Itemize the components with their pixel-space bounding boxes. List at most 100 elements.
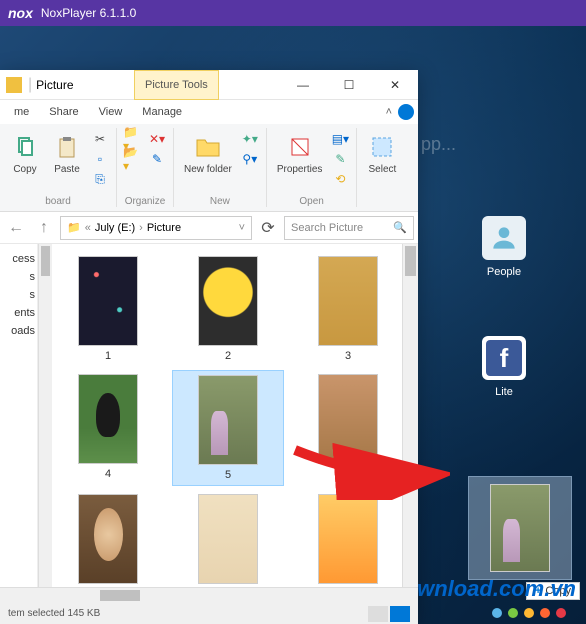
sidebar-item[interactable]: s (0, 268, 37, 286)
file-item[interactable]: 1 (52, 252, 164, 366)
scroll-thumb[interactable] (405, 246, 416, 276)
desktop-icon-label: People (487, 266, 521, 278)
facebook-icon: f (482, 336, 526, 380)
sidebar-item[interactable]: cess (0, 250, 37, 268)
desktop-icon-label: Lite (495, 386, 513, 398)
tab-manage[interactable]: Manage (132, 102, 192, 122)
watermark-dots (492, 608, 566, 618)
properties-icon (285, 132, 315, 162)
tab-view[interactable]: View (89, 102, 133, 122)
search-input[interactable]: Search Picture 🔍 (284, 216, 414, 240)
status-text: tem selected 145 KB (8, 608, 100, 619)
file-explorer-window: | Picture Picture Tools — ☐ ✕ me Share V… (0, 70, 418, 624)
explorer-titlebar[interactable]: | Picture Picture Tools — ☐ ✕ (0, 70, 418, 100)
nav-bar: ← ↑ 📁 « July (E:) › Picture ˅ ⟳ Search P… (0, 212, 418, 244)
file-item[interactable] (52, 490, 164, 592)
copy-button[interactable]: Copy (6, 130, 44, 177)
group-label: board (45, 196, 71, 207)
ribbon-group-open: Properties ▤▾ ✎ ⟲ Open (267, 128, 358, 207)
new-folder-button[interactable]: New folder (180, 130, 236, 177)
view-details-button[interactable] (368, 606, 388, 622)
ribbon-collapse-icon[interactable]: ˄ (386, 106, 392, 118)
file-item[interactable]: 3 (292, 252, 404, 366)
file-grid[interactable]: 1 2 3 4 5 6 (38, 244, 418, 602)
content-area: cess s s ents oads 1 2 3 4 5 6 (0, 244, 418, 602)
copy-path-icon[interactable]: ▫ (90, 150, 110, 168)
copy-badge: + Copy (526, 582, 580, 600)
status-bar: tem selected 145 KB (0, 602, 418, 624)
user-icon[interactable] (398, 104, 414, 120)
copy-icon (10, 132, 40, 162)
history-icon[interactable]: ⟲ (330, 170, 350, 188)
easy-access-icon[interactable]: ⚲▾ (240, 150, 260, 168)
desktop-icon-facebook-lite[interactable]: f Lite (474, 336, 534, 398)
window-title: Picture (36, 78, 73, 92)
edit-icon[interactable]: ✎ (330, 150, 350, 168)
drag-drop-preview (468, 476, 572, 580)
nox-app-name: NoxPlayer 6.1.1.0 (41, 6, 136, 20)
properties-button[interactable]: Properties (273, 130, 327, 177)
plus-icon: + (535, 585, 541, 597)
new-item-icon[interactable]: ✦▾ (240, 130, 260, 148)
chevron-down-icon[interactable]: ˅ (239, 222, 245, 234)
file-item[interactable]: 6 (292, 370, 404, 486)
delete-icon[interactable]: ✕▾ (147, 130, 167, 148)
ribbon: Copy Paste ✂ ▫ ⎘ board 📁▾ 📂▾ (0, 124, 418, 212)
picture-tools-tab[interactable]: Picture Tools (134, 70, 219, 100)
folder-icon: 📁 (67, 221, 81, 234)
sidebar-item[interactable]: s (0, 286, 37, 304)
paste-shortcut-icon[interactable]: ⎘ (90, 170, 110, 188)
thumbnail (78, 374, 138, 464)
group-label: Organize (125, 196, 166, 207)
thumbnail (198, 494, 258, 584)
file-item[interactable] (292, 490, 404, 592)
thumbnail (318, 374, 378, 464)
select-icon (367, 132, 397, 162)
ribbon-group-clipboard: Copy Paste ✂ ▫ ⎘ board (0, 128, 117, 207)
file-item[interactable]: 2 (172, 252, 284, 366)
thumbnail (198, 256, 258, 346)
breadcrumb-folder[interactable]: Picture (147, 222, 181, 234)
rename-icon[interactable]: ✎ (147, 150, 167, 168)
search-icon: 🔍 (393, 221, 407, 234)
select-button[interactable]: Select (363, 130, 401, 177)
tab-home[interactable]: me (4, 102, 39, 122)
file-item[interactable] (172, 490, 284, 592)
sidebar-item[interactable]: oads (0, 322, 37, 340)
horizontal-scrollbar[interactable] (0, 587, 418, 603)
tab-share[interactable]: Share (39, 102, 88, 122)
paste-button[interactable]: Paste (48, 130, 86, 177)
group-label: Open (299, 196, 323, 207)
file-item-selected[interactable]: 5 (172, 370, 284, 486)
breadcrumb[interactable]: 📁 « July (E:) › Picture ˅ (60, 216, 252, 240)
ribbon-tabs: me Share View Manage ˄ (0, 100, 418, 124)
desktop-icon-people[interactable]: People (474, 216, 534, 278)
file-item[interactable]: 4 (52, 370, 164, 486)
grid-scrollbar[interactable] (402, 244, 418, 602)
scroll-thumb[interactable] (100, 590, 140, 601)
view-thumbnails-button[interactable] (390, 606, 410, 622)
nav-sidebar[interactable]: cess s s ents oads (0, 244, 38, 602)
qat-sep: | (28, 76, 32, 94)
close-button[interactable]: ✕ (372, 70, 418, 100)
open-icon[interactable]: ▤▾ (330, 130, 350, 148)
minimize-button[interactable]: — (280, 70, 326, 100)
refresh-button[interactable]: ⟳ (256, 216, 280, 240)
up-button[interactable]: ↑ (32, 216, 56, 240)
cut-icon[interactable]: ✂ (90, 130, 110, 148)
back-button[interactable]: ← (4, 216, 28, 240)
maximize-button[interactable]: ☐ (326, 70, 372, 100)
thumbnail (318, 494, 378, 584)
folder-icon (6, 77, 22, 93)
breadcrumb-drive[interactable]: July (E:) (95, 222, 135, 234)
copy-to-icon[interactable]: 📂▾ (123, 150, 143, 168)
copy-label: Copy (545, 585, 571, 597)
drop-thumbnail (490, 484, 550, 572)
group-label: New (210, 196, 230, 207)
search-app-placeholder: pp... (421, 134, 456, 155)
sidebar-item[interactable]: ents (0, 304, 37, 322)
people-icon (482, 216, 526, 260)
ribbon-group-organize: 📁▾ 📂▾ ✕▾ ✎ Organize (117, 128, 174, 207)
nox-titlebar: nox NoxPlayer 6.1.1.0 (0, 0, 586, 26)
thumbnail (198, 375, 258, 465)
